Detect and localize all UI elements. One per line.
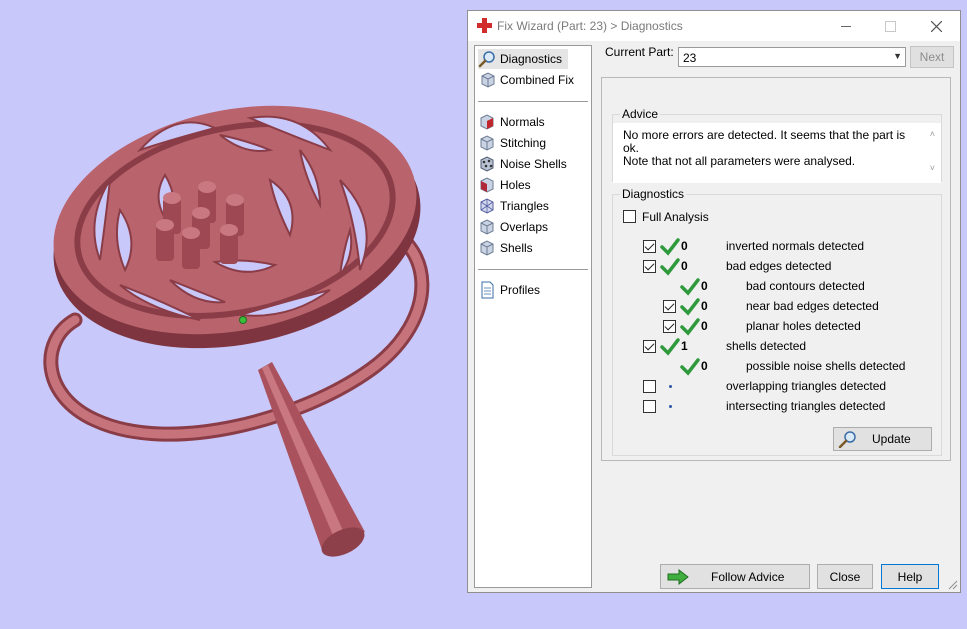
advice-text: No more errors are detected. It seems th… — [623, 128, 906, 168]
pending-dot-icon — [669, 385, 672, 388]
title-bar[interactable]: Fix Wizard (Part: 23) > Diagnostics — [468, 11, 960, 41]
holes-cube-icon — [480, 177, 494, 193]
stitching-cube-icon — [480, 135, 494, 151]
nav-item-overlaps[interactable]: Overlaps — [478, 217, 554, 237]
green-check-icon — [680, 318, 700, 336]
inverted-normals-count: 0 — [681, 239, 688, 253]
shells-cube-icon — [480, 240, 494, 256]
3d-viewport[interactable] — [0, 0, 467, 626]
green-check-icon — [680, 278, 700, 296]
nav-item-shells[interactable]: Shells — [478, 238, 539, 258]
overlapping-triangles-label: overlapping triangles detected — [726, 379, 887, 393]
shells-label: shells detected — [726, 339, 807, 353]
near-bad-edges-label: near bad edges detected — [746, 299, 879, 313]
diagnostics-group: Diagnostics Full Analysis 0 inverted nor… — [612, 187, 942, 456]
planar-holes-count: 0 — [701, 319, 708, 333]
nav-item-diagnostics[interactable]: Diagnostics — [478, 49, 569, 69]
follow-advice-button[interactable]: Follow Advice — [660, 564, 810, 589]
nav-item-normals[interactable]: Normals — [478, 112, 551, 132]
nav-item-stitching[interactable]: Stitching — [478, 133, 552, 153]
current-part-value: 23 — [683, 51, 697, 65]
green-check-icon — [660, 258, 680, 276]
full-analysis-checkbox[interactable] — [623, 210, 636, 223]
advice-title: Advice — [620, 107, 661, 121]
planar-holes-checkbox[interactable] — [663, 320, 676, 333]
maximize-icon — [884, 20, 896, 32]
intersecting-triangles-checkbox[interactable] — [643, 400, 656, 413]
diagnostics-title: Diagnostics — [620, 187, 687, 201]
normals-cube-icon — [480, 114, 494, 130]
green-check-icon — [680, 298, 700, 316]
fix-wizard-dialog: Fix Wizard (Part: 23) > Diagnostics Diag… — [467, 10, 961, 593]
close-window-button[interactable] — [916, 11, 956, 41]
help-button[interactable]: Help — [881, 564, 939, 589]
nav-item-profiles[interactable]: Profiles — [478, 280, 546, 300]
next-button[interactable]: Next — [910, 46, 954, 68]
bad-edges-count: 0 — [681, 259, 688, 273]
diagnostics-content-frame: Advice No more errors are detected. It s… — [601, 77, 951, 461]
noise-shells-icon — [480, 156, 494, 172]
overlaps-cube-icon — [480, 219, 494, 235]
maximize-button — [870, 11, 910, 41]
magnifier-icon — [838, 431, 856, 448]
wizard-nav-panel: Diagnostics Combined Fix Normals Stitchi… — [474, 45, 592, 588]
advice-group: Advice No more errors are detected. It s… — [612, 107, 942, 183]
nav-separator — [478, 269, 588, 270]
nav-separator — [478, 101, 588, 102]
near-bad-edges-count: 0 — [701, 299, 708, 313]
green-arrow-icon — [667, 568, 689, 585]
intersecting-triangles-label: intersecting triangles detected — [726, 399, 886, 413]
shells-checkbox[interactable] — [643, 340, 656, 353]
green-check-icon — [660, 338, 680, 356]
overlapping-triangles-checkbox[interactable] — [643, 380, 656, 393]
green-check-icon — [660, 238, 680, 256]
close-icon — [930, 20, 942, 32]
triangles-cube-icon — [480, 198, 494, 214]
window-title: Fix Wizard (Part: 23) > Diagnostics — [497, 19, 683, 33]
document-icon — [481, 281, 494, 299]
noise-shells-count: 0 — [701, 359, 708, 373]
inverted-normals-checkbox[interactable] — [643, 240, 656, 253]
noise-shells-label: possible noise shells detected — [746, 359, 906, 373]
bad-edges-label: bad edges detected — [726, 259, 832, 273]
nav-item-noise-shells[interactable]: Noise Shells — [478, 154, 573, 174]
green-check-icon — [680, 358, 700, 376]
full-analysis-label: Full Analysis — [642, 210, 709, 224]
cube-icon — [481, 72, 495, 88]
nav-item-triangles[interactable]: Triangles — [478, 196, 555, 216]
minimize-icon — [841, 25, 851, 27]
scroll-down-icon[interactable]: ˅ — [930, 163, 935, 173]
shells-count: 1 — [681, 339, 688, 353]
bad-contours-label: bad contours detected — [746, 279, 865, 293]
near-bad-edges-checkbox[interactable] — [663, 300, 676, 313]
minimize-button[interactable] — [826, 11, 866, 41]
nav-item-combined-fix[interactable]: Combined Fix — [478, 70, 580, 90]
red-cross-icon — [477, 18, 492, 33]
update-button[interactable]: Update — [833, 427, 932, 451]
chevron-down-icon: ▼ — [893, 51, 902, 61]
inverted-normals-label: inverted normals detected — [726, 239, 865, 253]
part-model-render — [43, 105, 430, 557]
advice-textbox[interactable]: No more errors are detected. It seems th… — [613, 123, 941, 183]
current-part-label: Current Part: — [605, 45, 674, 59]
bad-contours-count: 0 — [701, 279, 708, 293]
pending-dot-icon — [669, 405, 672, 408]
nav-item-holes[interactable]: Holes — [478, 175, 537, 195]
planar-holes-label: planar holes detected — [746, 319, 861, 333]
scroll-up-icon[interactable]: ˄ — [930, 129, 935, 139]
close-button[interactable]: Close — [817, 564, 873, 589]
resize-grip-icon[interactable] — [948, 580, 958, 590]
current-part-select[interactable]: 23 ▼ — [678, 47, 906, 67]
magnifier-icon — [478, 51, 495, 68]
bad-edges-checkbox[interactable] — [643, 260, 656, 273]
